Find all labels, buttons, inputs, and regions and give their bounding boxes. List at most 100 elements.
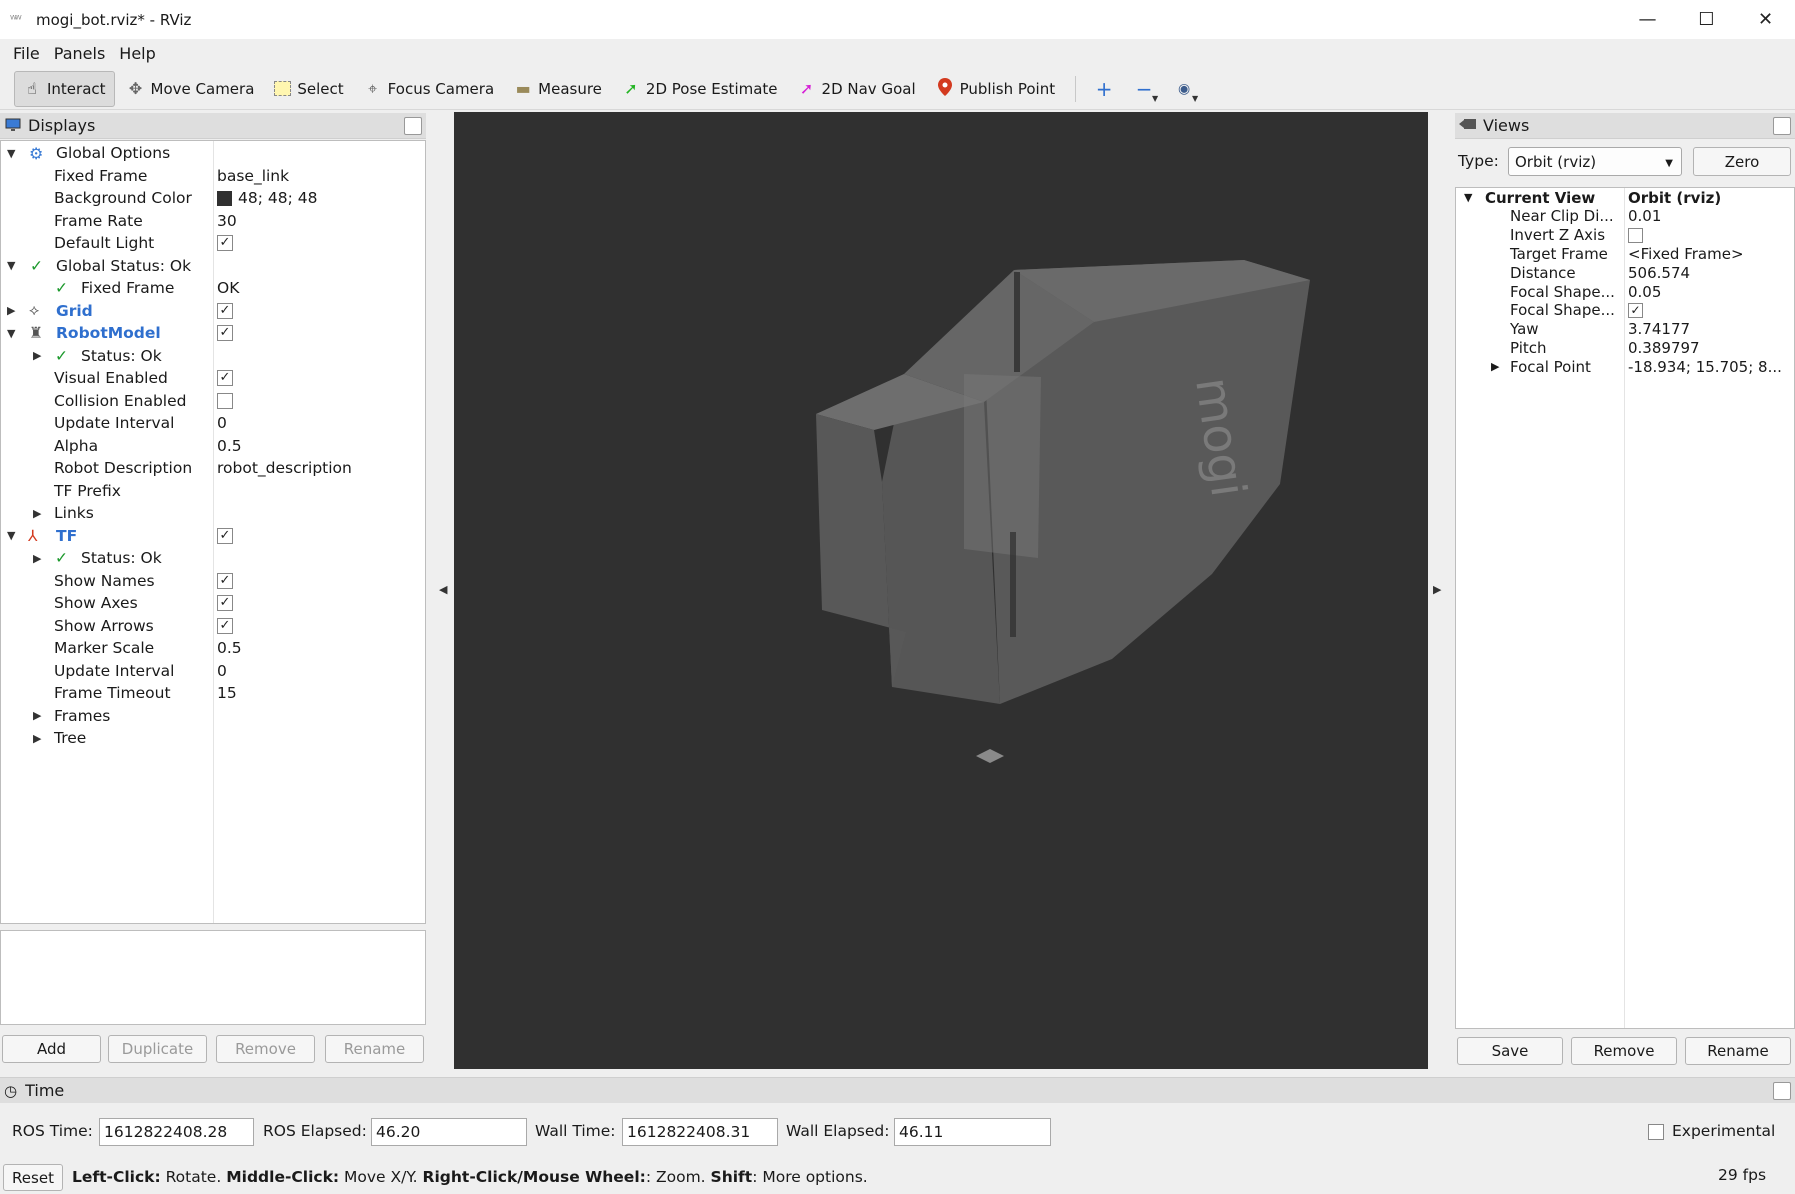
close-button[interactable]: ✕ [1736,0,1795,39]
show-arrows-checkbox[interactable]: ✓ [217,617,233,634]
remove-view-button[interactable]: Remove [1571,1037,1677,1065]
alpha-value[interactable]: 0.5 [217,437,242,455]
save-view-button[interactable]: Save [1457,1037,1563,1065]
focal-shape-size-value[interactable]: 0.05 [1628,283,1661,301]
ros-elapsed-field[interactable]: 46.20 [371,1118,527,1146]
collision-enabled-checkbox[interactable] [217,392,233,409]
collapse-arrow-icon[interactable]: ▶ [33,349,41,362]
tree-row-grid[interactable]: ▶ ⟡ Grid ✓ [1,300,425,323]
tree-row-current-view[interactable]: ▼ Current View Orbit (rviz) [1456,188,1794,207]
wall-elapsed-field[interactable]: 46.11 [894,1118,1051,1146]
select-tool-button[interactable]: Select [266,71,351,107]
ros-time-field[interactable]: 1612822408.28 [99,1118,254,1146]
menu-panels[interactable]: Panels [47,44,113,63]
tree-row-marker-scale[interactable]: Marker Scale 0.5 [1,637,425,660]
rename-view-button[interactable]: Rename [1685,1037,1791,1065]
experimental-checkbox[interactable] [1648,1124,1664,1140]
tree-row-frames[interactable]: ▶ Frames [1,705,425,728]
collapse-arrow-icon[interactable]: ▶ [33,552,41,565]
pose-estimate-tool-button[interactable]: ➚ 2D Pose Estimate [614,71,786,107]
expand-arrow-icon[interactable]: ▼ [7,327,15,340]
duplicate-display-button[interactable]: Duplicate [108,1035,207,1063]
tree-row-global-status[interactable]: ▼ ✓ Global Status: Ok [1,255,425,278]
distance-value[interactable]: 506.574 [1628,264,1690,282]
displays-panel-undock-button[interactable] [404,117,422,135]
tree-row-tf-update-interval[interactable]: Update Interval 0 [1,660,425,683]
3d-render-viewport[interactable]: mogi [454,112,1428,1069]
expand-arrow-icon[interactable]: ▼ [7,259,15,272]
show-names-checkbox[interactable]: ✓ [217,572,233,589]
tree-row-show-names[interactable]: Show Names ✓ [1,570,425,593]
visual-enabled-checkbox[interactable]: ✓ [217,370,233,387]
default-light-checkbox[interactable]: ✓ [217,235,233,252]
tree-row-show-arrows[interactable]: Show Arrows ✓ [1,615,425,638]
tree-row-robot-description[interactable]: Robot Description robot_description [1,457,425,480]
background-color-value[interactable]: 48; 48; 48 [217,189,317,207]
pitch-value[interactable]: 0.389797 [1628,339,1700,357]
menu-help[interactable]: Help [112,44,162,63]
tree-row-default-light[interactable]: Default Light ✓ [1,232,425,255]
tree-row-background-color[interactable]: Background Color 48; 48; 48 [1,187,425,210]
near-clip-value[interactable]: 0.01 [1628,207,1661,225]
show-axes-checkbox[interactable]: ✓ [217,595,233,612]
remove-tool-button[interactable]: − ▼ [1124,71,1164,107]
tree-row-rm-update-interval[interactable]: Update Interval 0 [1,412,425,435]
rename-display-button[interactable]: Rename [325,1035,424,1063]
target-frame-value[interactable]: <Fixed Frame> [1628,245,1744,263]
fixed-frame-value[interactable]: base_link [217,167,289,185]
expand-arrow-icon[interactable]: ▼ [1464,191,1472,204]
tree-row-target-frame[interactable]: Target Frame <Fixed Frame> [1456,244,1794,263]
focal-shape-fixed-checkbox[interactable]: ✓ [1628,302,1643,318]
nav-goal-tool-button[interactable]: ➚ 2D Nav Goal [790,71,924,107]
tree-row-tf-status[interactable]: ▶ ✓ Status: Ok [1,547,425,570]
tf-update-interval-value[interactable]: 0 [217,662,227,680]
publish-point-tool-button[interactable]: Publish Point [928,71,1063,107]
tree-row-links[interactable]: ▶ Links [1,502,425,525]
remove-display-button[interactable]: Remove [216,1035,315,1063]
focus-camera-tool-button[interactable]: ⌖ Focus Camera [356,71,502,107]
tf-enabled-checkbox[interactable]: ✓ [217,527,233,544]
tree-row-tree[interactable]: ▶ Tree [1,727,425,750]
tree-row-yaw[interactable]: Yaw 3.74177 [1456,320,1794,339]
wall-time-field[interactable]: 1612822408.31 [622,1118,778,1146]
zero-view-button[interactable]: Zero [1693,147,1791,176]
camera-type-button[interactable]: ◉ ▼ [1164,71,1204,107]
tree-row-robot-model[interactable]: ▼ ♜ RobotModel ✓ [1,322,425,345]
tree-row-tf-prefix[interactable]: TF Prefix [1,480,425,503]
tree-row-frame-rate[interactable]: Frame Rate 30 [1,210,425,233]
tree-row-distance[interactable]: Distance 506.574 [1456,263,1794,282]
menu-file[interactable]: File [6,44,47,63]
add-tool-button[interactable]: + [1084,71,1124,107]
measure-tool-button[interactable]: ▬ Measure [506,71,610,107]
tree-row-visual-enabled[interactable]: Visual Enabled ✓ [1,367,425,390]
add-display-button[interactable]: Add [2,1035,101,1063]
maximize-button[interactable]: ☐ [1677,0,1736,39]
interact-tool-button[interactable]: ☝ Interact [14,70,115,107]
tree-row-focal-point[interactable]: ▶ Focal Point -18.934; 15.705; 8... [1456,357,1794,376]
tree-row-fixed-frame[interactable]: Fixed Frame base_link [1,165,425,188]
collapse-arrow-icon[interactable]: ▶ [1491,360,1499,373]
collapse-arrow-icon[interactable]: ▶ [33,507,41,520]
tree-row-collision-enabled[interactable]: Collision Enabled [1,390,425,413]
invert-z-checkbox[interactable] [1628,227,1643,243]
reset-button[interactable]: Reset [3,1164,63,1191]
tree-row-frame-timeout[interactable]: Frame Timeout 15 [1,682,425,705]
views-tree[interactable]: ▼ Current View Orbit (rviz) Near Clip Di… [1455,187,1795,1029]
move-camera-tool-button[interactable]: ✥ Move Camera [119,71,263,107]
collapse-arrow-icon[interactable]: ▶ [33,709,41,722]
frame-rate-value[interactable]: 30 [217,212,237,230]
robot-description-value[interactable]: robot_description [217,459,352,477]
tree-row-invert-z[interactable]: Invert Z Axis [1456,226,1794,245]
tree-row-tf[interactable]: ▼ ⅄ TF ✓ [1,525,425,548]
tree-row-focal-shape-fixed[interactable]: Focal Shape... ✓ [1456,301,1794,320]
expand-arrow-icon[interactable]: ▼ [7,529,15,542]
tree-row-focal-shape-size[interactable]: Focal Shape... 0.05 [1456,282,1794,301]
expand-arrow-icon[interactable]: ▼ [7,147,15,160]
collapse-left-panel-arrow-icon[interactable]: ◀ [439,583,447,596]
tree-row-show-axes[interactable]: Show Axes ✓ [1,592,425,615]
tree-row-status-fixed-frame[interactable]: ✓ Fixed Frame OK [1,277,425,300]
tree-row-near-clip[interactable]: Near Clip Di... 0.01 [1456,207,1794,226]
marker-scale-value[interactable]: 0.5 [217,639,242,657]
robot-model-enabled-checkbox[interactable]: ✓ [217,325,233,342]
focal-point-value[interactable]: -18.934; 15.705; 8... [1628,358,1782,376]
